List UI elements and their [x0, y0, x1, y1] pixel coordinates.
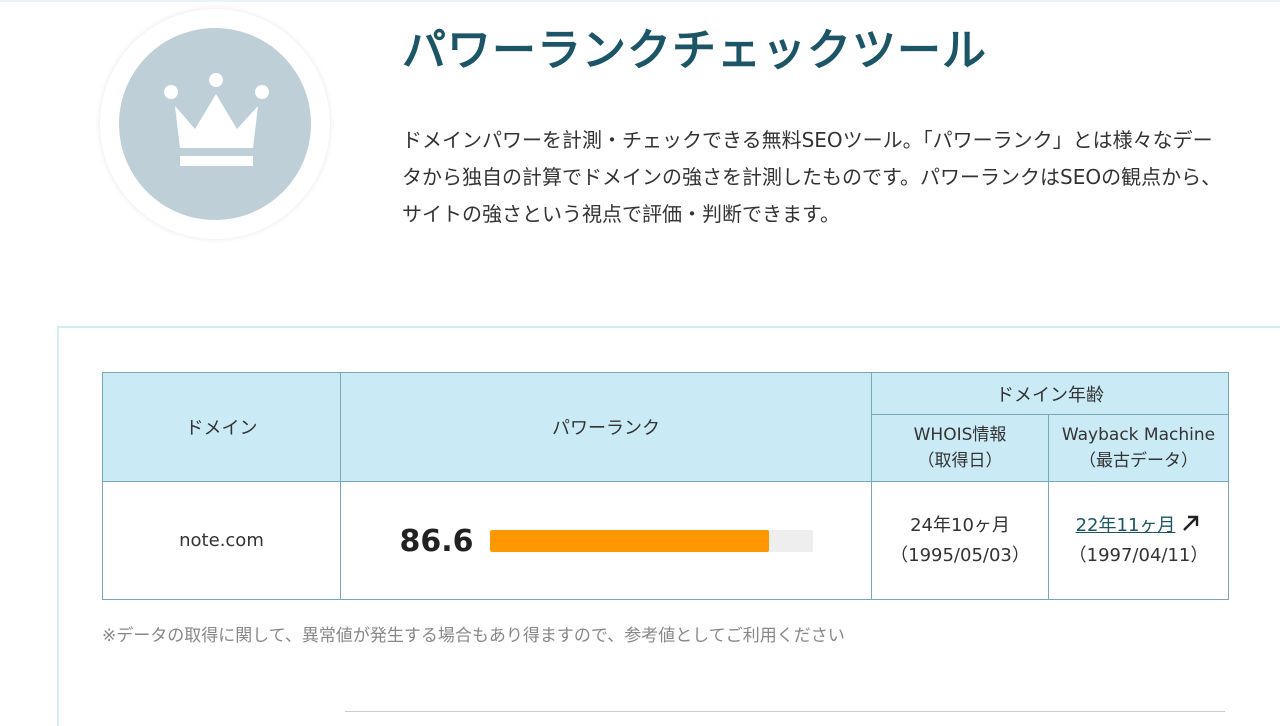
header-whois: WHOIS情報 （取得日）	[871, 414, 1049, 482]
header-domain-age: ドメイン年齢	[871, 372, 1229, 415]
header-power-rank: パワーランク	[340, 372, 872, 482]
crown-icon	[164, 73, 269, 166]
header-whois-title: WHOIS情報	[913, 425, 1007, 445]
power-rank-score: 86.6	[399, 523, 474, 559]
whois-age: 24年10ヶ月	[910, 514, 1010, 536]
header-domain: ドメイン	[102, 372, 341, 482]
header-wayback-sub: （最古データ）	[1079, 451, 1198, 471]
cell-power-rank: 86.6	[340, 481, 872, 600]
wayback-date: （1997/04/11）	[1068, 544, 1209, 566]
whois-date: （1995/05/03）	[890, 544, 1030, 566]
header-wayback: Wayback Machine （最古データ）	[1048, 414, 1229, 482]
page-description: ドメインパワーを計測・チェックできる無料SEOツール。「パワーランク」とは様々な…	[402, 128, 1222, 226]
power-rank-table: ドメイン パワーランク ドメイン年齢 WHOIS情報 （取得日） Wayback…	[102, 372, 1229, 600]
logo-circle	[119, 28, 311, 220]
table-row: note.com 86.6 24年10ヶ月 （1995/05/03） 22年11…	[102, 481, 1229, 600]
disclaimer-note: ※データの取得に関して、異常値が発生する場合もあり得ますので、参考値としてご利用…	[102, 626, 845, 646]
page-title: パワーランクチェックツール	[402, 25, 987, 76]
wayback-link[interactable]: 22年11ヶ月	[1076, 515, 1176, 536]
bottom-divider	[345, 711, 1225, 712]
top-divider	[0, 0, 1280, 2]
cell-wayback: 22年11ヶ月 （1997/04/11）	[1048, 481, 1229, 600]
power-rank-bar-fill	[489, 529, 770, 552]
cell-whois: 24年10ヶ月 （1995/05/03）	[871, 481, 1049, 600]
external-link-arrow-icon[interactable]	[1181, 513, 1201, 533]
power-rank-bar	[489, 529, 813, 552]
logo	[100, 9, 330, 239]
cell-domain: note.com	[102, 481, 341, 600]
header-whois-sub: （取得日）	[917, 451, 1003, 471]
header-wayback-title: Wayback Machine	[1061, 425, 1216, 445]
